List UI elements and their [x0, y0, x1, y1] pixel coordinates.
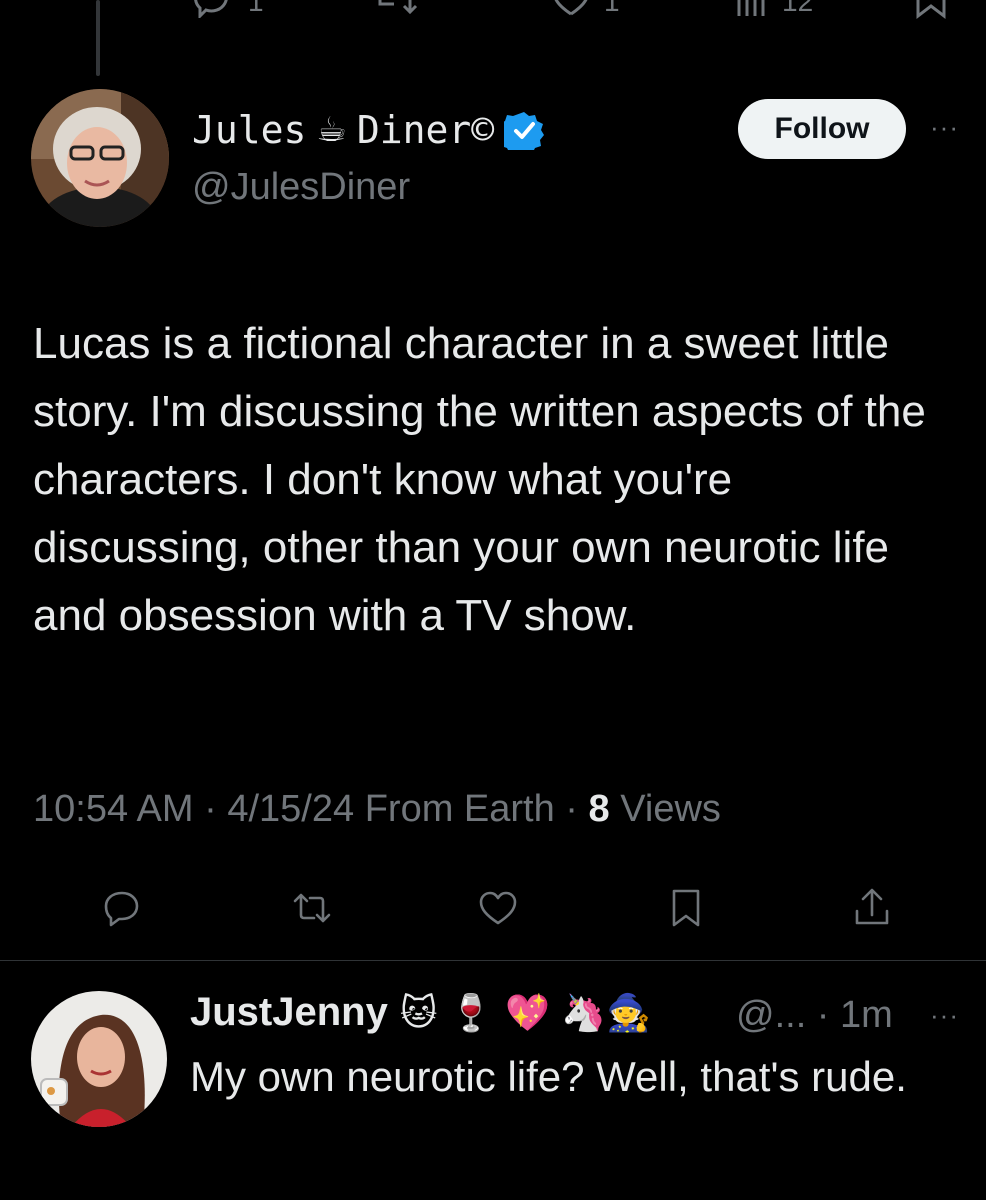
previous-tweet-actions: 1 1 12 [0, 0, 986, 22]
thread-connector [96, 0, 100, 76]
tweet-action-bar [0, 878, 986, 938]
reply-icon [104, 891, 139, 927]
meta-separator: · [193, 788, 228, 830]
like-icon[interactable] [548, 0, 594, 18]
more-options-icon[interactable]: ··· [930, 112, 959, 143]
meta-separator: · [554, 788, 589, 830]
like-icon [479, 891, 517, 925]
retweet-button[interactable] [282, 878, 342, 938]
tweet-time[interactable]: 10:54 AM [33, 788, 194, 830]
bookmark-button[interactable] [656, 878, 716, 938]
like-count: 1 [604, 0, 620, 17]
reply-more-options-icon[interactable]: ··· [930, 1000, 959, 1031]
reply-author-display-name: JustJenny [190, 990, 388, 1034]
reply-icon[interactable] [190, 0, 240, 18]
reply-author-avatar[interactable] [31, 991, 167, 1127]
author-name-second: Diner© [356, 108, 495, 152]
divider [0, 960, 986, 961]
tweet-text: Lucas is a fictional character in a swee… [33, 319, 926, 640]
retweet-icon [293, 893, 331, 923]
bookmark-icon [672, 889, 700, 927]
author-display-name[interactable]: Jules ☕ Diner© [192, 108, 545, 155]
views-icon[interactable] [734, 0, 768, 20]
author-name-first: Jules [192, 108, 307, 152]
reply-name-emojis: 🐱 🍷 💖 🦄🧙 [399, 992, 652, 1034]
views-count: 12 [782, 0, 814, 17]
tweet-meta: 10:54 AM · 4/15/24 From Earth · 8 Views [33, 788, 721, 831]
share-icon [855, 888, 889, 925]
author-avatar[interactable] [31, 89, 169, 227]
reply-handle-time[interactable]: @... · 1m [736, 994, 893, 1037]
coffee-cup-icon: ☕ [316, 110, 347, 150]
reply-count: 1 [248, 0, 264, 17]
views-count: 8 [588, 788, 610, 830]
reply-text: My own neurotic life? Well, that's rude. [190, 1053, 907, 1100]
views-label: Views [609, 788, 721, 830]
tweet-date[interactable]: 4/15/24 [227, 788, 354, 830]
bookmark-icon[interactable] [914, 0, 948, 20]
share-button[interactable] [842, 878, 902, 938]
reply-button[interactable] [92, 878, 152, 938]
verified-badge-icon [498, 110, 545, 155]
reply-author-name[interactable]: JustJenny 🐱 🍷 💖 🦄🧙 [190, 990, 651, 1035]
retweet-icon[interactable] [372, 0, 418, 18]
like-button[interactable] [468, 878, 528, 938]
author-handle[interactable]: @JulesDiner [192, 166, 410, 209]
tweet-source: From Earth [354, 788, 555, 830]
follow-button[interactable]: Follow [738, 99, 906, 159]
